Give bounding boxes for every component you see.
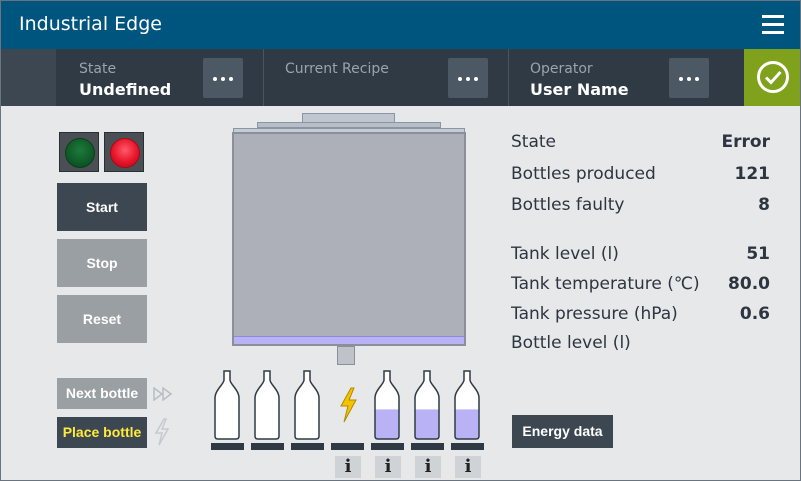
stop-button[interactable]: Stop	[57, 239, 147, 287]
tank	[232, 132, 466, 346]
tank-liquid	[234, 336, 464, 344]
stat-label: State	[511, 132, 556, 152]
stat-value: 0.6	[739, 304, 770, 324]
bottle-info-icon[interactable]: i	[335, 456, 361, 478]
conveyor-segment	[331, 443, 364, 450]
operator-more-button[interactable]	[669, 58, 709, 98]
app-title: Industrial Edge	[19, 13, 162, 35]
next-bottle-button[interactable]: Next bottle	[57, 378, 147, 409]
energy-data-button[interactable]: Energy data	[512, 415, 613, 448]
stat-value: 80.0	[728, 274, 770, 294]
recipe-label: Current Recipe	[285, 61, 389, 77]
conveyor-segment	[371, 443, 404, 450]
state-value: Undefined	[79, 80, 172, 99]
fault-lightning-icon	[340, 387, 357, 423]
check-circle-icon	[757, 61, 789, 93]
reset-button[interactable]: Reset	[57, 295, 147, 343]
menu-icon[interactable]	[762, 15, 784, 35]
conveyor-segment	[411, 443, 444, 450]
status-ok-badge[interactable]	[744, 49, 800, 106]
app-window: Industrial Edge State Undefined Current …	[0, 0, 801, 481]
recipe-more-button[interactable]	[448, 58, 488, 98]
green-lamp	[59, 132, 99, 172]
stat-label: Bottles faulty	[511, 195, 625, 215]
info-bar-spacer	[1, 49, 56, 106]
bottle-icon	[374, 370, 400, 440]
bottle-info-icon[interactable]: i	[455, 456, 481, 478]
bottle-icon	[254, 370, 280, 440]
bottle-icon	[414, 370, 440, 440]
title-bar: Industrial Edge	[1, 1, 800, 49]
operator-value: User Name	[530, 80, 629, 99]
info-bar: State Undefined Current Recipe Operator …	[1, 49, 800, 106]
stat-value: Error	[721, 132, 770, 152]
green-lamp-light	[65, 138, 95, 168]
state-label: State	[79, 61, 117, 77]
recipe-cell: Current Recipe	[264, 49, 509, 106]
lightning-outline-icon	[154, 418, 170, 446]
red-lamp	[104, 132, 144, 172]
fast-forward-icon	[153, 387, 173, 401]
stat-value: 121	[734, 164, 771, 184]
stat-label: Tank pressure (hPa)	[511, 304, 678, 324]
stat-label: Bottles produced	[511, 164, 656, 184]
conveyor-segment	[451, 443, 484, 450]
conveyor-segment	[251, 443, 284, 450]
tank-outlet	[337, 346, 355, 365]
stat-label: Bottle level (l)	[511, 333, 631, 353]
red-lamp-light	[110, 138, 140, 168]
stat-label: Tank temperature (℃)	[511, 274, 700, 294]
bottle-icon	[454, 370, 480, 440]
conveyor-segment	[291, 443, 324, 450]
state-cell: State Undefined	[56, 49, 264, 106]
operator-label: Operator	[530, 61, 593, 77]
bottle-icon	[214, 370, 240, 440]
operator-cell: Operator User Name	[509, 49, 744, 106]
bottle-icon	[294, 370, 320, 440]
bottle-info-icon[interactable]: i	[375, 456, 401, 478]
stat-value: 8	[758, 195, 770, 215]
place-bottle-button[interactable]: Place bottle	[57, 417, 147, 448]
state-more-button[interactable]	[203, 58, 243, 98]
bottle-info-icon[interactable]: i	[415, 456, 441, 478]
conveyor-segment	[211, 443, 244, 450]
stat-value: 51	[746, 244, 770, 264]
start-button[interactable]: Start	[57, 183, 147, 231]
stat-label: Tank level (l)	[511, 244, 619, 264]
